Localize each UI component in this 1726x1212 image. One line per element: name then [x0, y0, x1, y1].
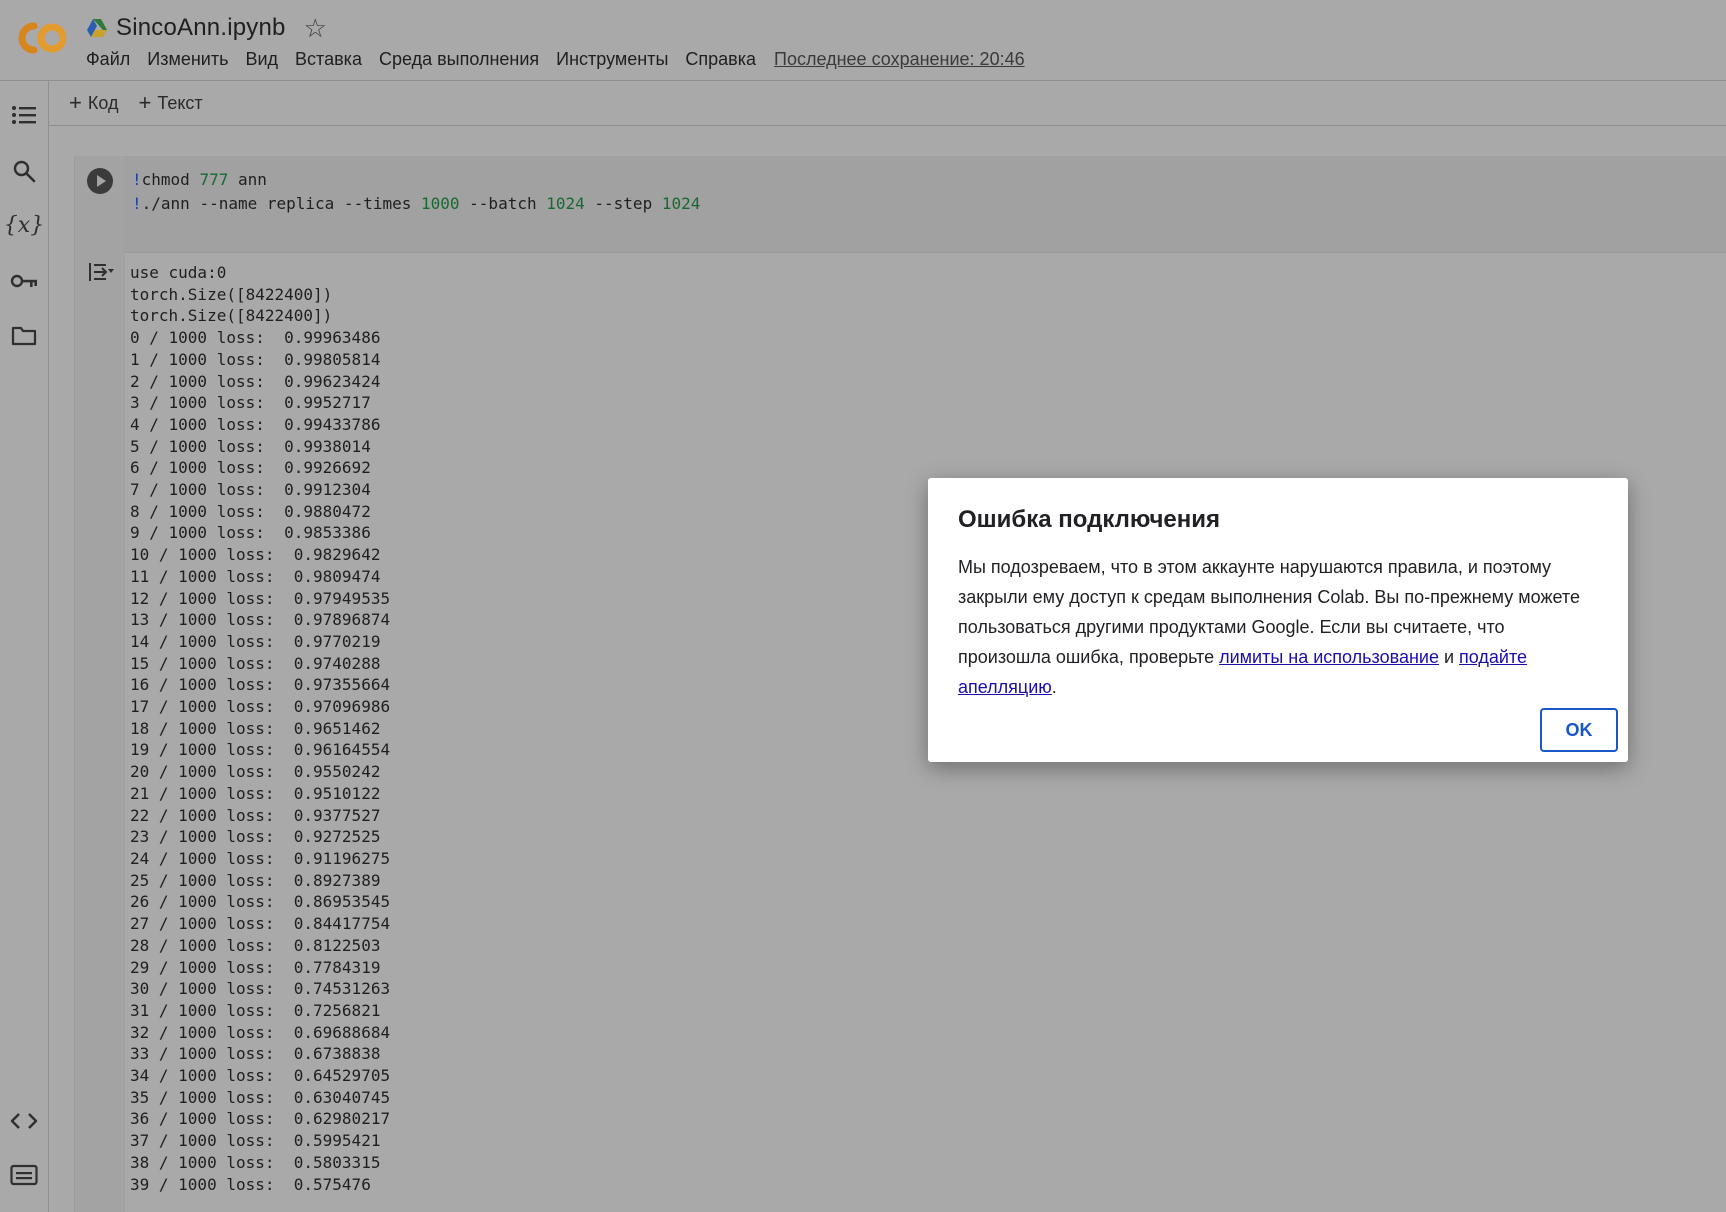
code-number: 1000 — [421, 194, 460, 213]
output-line: 36 / 1000 loss: 0.62980217 — [130, 1109, 391, 1129]
output-actions-icon[interactable] — [87, 260, 115, 284]
output-line: 10 / 1000 loss: 0.9829642 — [130, 545, 381, 565]
dialog-title: Ошибка подключения — [958, 506, 1221, 533]
shell-bang: ! — [132, 194, 142, 213]
output-line: 37 / 1000 loss: 0.5995421 — [130, 1131, 381, 1151]
output-line: 16 / 1000 loss: 0.97355664 — [130, 675, 391, 695]
code-token: --step — [584, 194, 662, 213]
variables-icon[interactable]: {x} — [4, 207, 44, 243]
output-line: torch.Size([8422400]) — [130, 306, 333, 326]
output-line: 4 / 1000 loss: 0.99433786 — [130, 414, 381, 434]
code-text[interactable]: !chmod 777 ann !./ann --name replica --t… — [132, 168, 700, 216]
output-line: 13 / 1000 loss: 0.97896874 — [130, 610, 391, 630]
output-line: 11 / 1000 loss: 0.9809474 — [130, 566, 381, 586]
output-line: 23 / 1000 loss: 0.9272525 — [130, 827, 381, 847]
app-header: SincoAnn.ipynb ☆ Файл Изменить Вид Встав… — [0, 0, 1726, 81]
output-line: use cuda:0 — [130, 263, 227, 282]
google-drive-icon[interactable] — [86, 18, 108, 38]
code-editor[interactable]: !chmod 777 ann !./ann --name replica --t… — [124, 156, 1726, 253]
output-line: 14 / 1000 loss: 0.9770219 — [130, 631, 381, 651]
last-saved-link[interactable]: Последнее сохранение: 20:46 — [774, 49, 1025, 70]
star-icon[interactable]: ☆ — [304, 15, 327, 41]
output-line: 15 / 1000 loss: 0.9740288 — [130, 653, 381, 673]
output-line: 18 / 1000 loss: 0.9651462 — [130, 718, 381, 738]
output-line: 6 / 1000 loss: 0.9926692 — [130, 458, 371, 478]
output-line: 9 / 1000 loss: 0.9853386 — [130, 523, 371, 543]
output-line: 20 / 1000 loss: 0.9550242 — [130, 762, 381, 782]
shell-bang: ! — [132, 170, 142, 189]
output-line: torch.Size([8422400]) — [130, 284, 333, 304]
output-line: 38 / 1000 loss: 0.5803315 — [130, 1152, 381, 1172]
output-line: 27 / 1000 loss: 0.84417754 — [130, 914, 391, 934]
output-line: 24 / 1000 loss: 0.91196275 — [130, 848, 391, 868]
left-sidebar: {x} — [0, 81, 49, 1212]
menu-runtime[interactable]: Среда выполнения — [379, 49, 539, 70]
dialog-message: Мы подозреваем, что в этом аккаунте нару… — [958, 552, 1598, 702]
output-line: 30 / 1000 loss: 0.74531263 — [130, 979, 391, 999]
code-token: ann — [228, 170, 267, 189]
output-line: 7 / 1000 loss: 0.9912304 — [130, 480, 371, 500]
output-line: 39 / 1000 loss: 0.575476 — [130, 1174, 371, 1194]
plus-icon: + — [138, 90, 152, 115]
output-line: 12 / 1000 loss: 0.97949535 — [130, 588, 391, 608]
table-of-contents-icon[interactable] — [6, 97, 42, 133]
output-line: 8 / 1000 loss: 0.9880472 — [130, 501, 371, 521]
cell-gutter — [74, 156, 125, 1212]
add-text-label: Текст — [157, 92, 203, 113]
menu-insert[interactable]: Вставка — [295, 49, 362, 70]
output-line: 0 / 1000 loss: 0.99963486 — [130, 328, 381, 348]
output-line: 21 / 1000 loss: 0.9510122 — [130, 783, 381, 803]
output-line: 3 / 1000 loss: 0.9952717 — [130, 393, 371, 413]
output-line: 1 / 1000 loss: 0.99805814 — [130, 349, 381, 369]
terminal-icon[interactable] — [6, 1157, 42, 1193]
output-line: 29 / 1000 loss: 0.7784319 — [130, 957, 381, 977]
code-number: 1024 — [661, 194, 701, 213]
code-snippets-icon[interactable] — [6, 1103, 42, 1139]
connection-error-dialog: Ошибка подключения Мы подозреваем, что в… — [928, 478, 1628, 762]
usage-limits-link[interactable]: лимиты на использование — [1219, 647, 1439, 667]
run-cell-button[interactable] — [87, 168, 113, 194]
notebook-toolbar: + Код + Текст — [49, 81, 1726, 126]
menu-edit[interactable]: Изменить — [147, 49, 228, 70]
output-line: 25 / 1000 loss: 0.8927389 — [130, 870, 381, 890]
output-line: 35 / 1000 loss: 0.63040745 — [130, 1087, 391, 1107]
output-line: 19 / 1000 loss: 0.96164554 — [130, 740, 391, 760]
output-line: 28 / 1000 loss: 0.8122503 — [130, 935, 381, 955]
output-line: 2 / 1000 loss: 0.99623424 — [130, 371, 381, 391]
add-code-label: Код — [87, 92, 119, 113]
output-line: 26 / 1000 loss: 0.86953545 — [130, 892, 391, 912]
add-code-cell-button[interactable]: + Код — [69, 92, 118, 114]
menu-view[interactable]: Вид — [245, 49, 278, 70]
output-line: 33 / 1000 loss: 0.6738838 — [130, 1044, 381, 1064]
ok-button[interactable]: OK — [1540, 708, 1618, 752]
code-token: chmod — [141, 170, 200, 189]
notebook-title[interactable]: SincoAnn.ipynb — [116, 14, 286, 42]
plus-icon: + — [69, 90, 82, 115]
title-row: SincoAnn.ipynb ☆ — [86, 12, 327, 44]
menu-bar: Файл Изменить Вид Вставка Среда выполнен… — [86, 49, 1025, 70]
menu-file[interactable]: Файл — [86, 49, 130, 70]
output-line: 31 / 1000 loss: 0.7256821 — [130, 1000, 381, 1020]
output-line: 32 / 1000 loss: 0.69688684 — [130, 1022, 391, 1042]
code-token: --batch — [459, 194, 547, 213]
output-line: 34 / 1000 loss: 0.64529705 — [130, 1066, 391, 1086]
secrets-key-icon[interactable] — [6, 263, 42, 299]
colab-logo[interactable] — [14, 18, 70, 58]
search-icon[interactable] — [6, 153, 42, 189]
output-line: 22 / 1000 loss: 0.9377527 — [130, 805, 381, 825]
menu-tools[interactable]: Инструменты — [556, 49, 668, 70]
add-text-cell-button[interactable]: + Текст — [138, 92, 202, 114]
code-number: 1024 — [546, 194, 585, 213]
files-folder-icon[interactable] — [6, 317, 42, 353]
dialog-period: . — [1051, 677, 1057, 697]
output-line: 17 / 1000 loss: 0.97096986 — [130, 697, 391, 717]
dialog-and-text: и — [1438, 647, 1460, 667]
menu-help[interactable]: Справка — [685, 49, 756, 70]
output-line: 5 / 1000 loss: 0.9938014 — [130, 436, 371, 456]
cell-output: use cuda:0 torch.Size([8422400]) torch.Siz… — [130, 262, 390, 1195]
code-token: ./ann --name replica --times — [141, 194, 421, 213]
code-number: 777 — [199, 170, 229, 189]
